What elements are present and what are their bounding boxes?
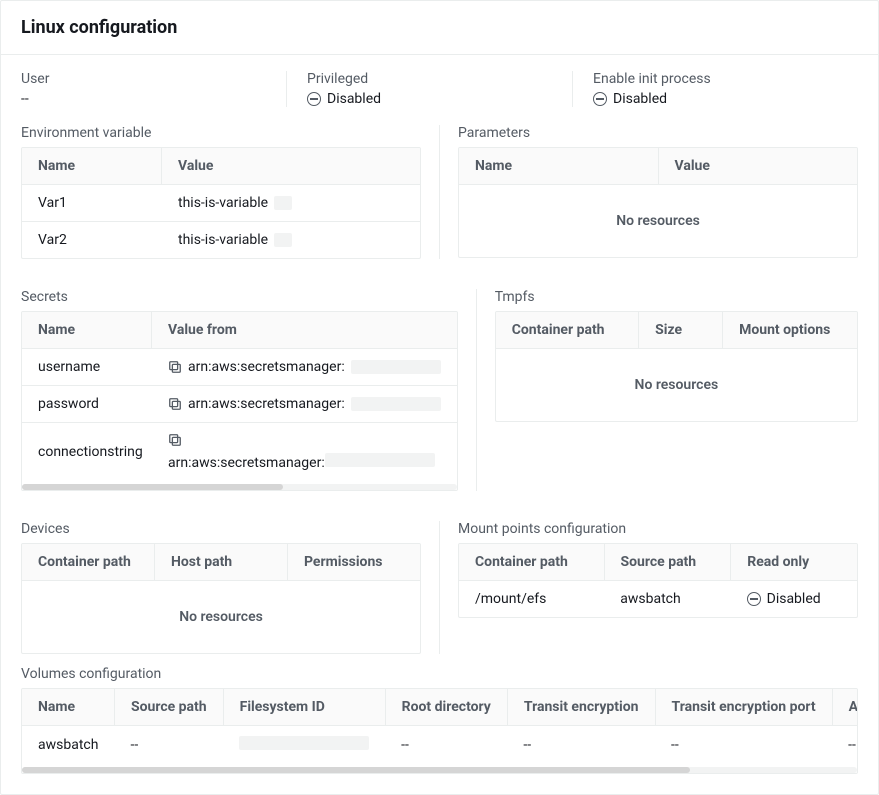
volumes-label: Volumes configuration bbox=[21, 666, 858, 682]
tmpfs-header-path[interactable]: Container path bbox=[496, 312, 639, 348]
table-row: connectionstring arn:aws:secretsmanager: bbox=[22, 423, 457, 481]
user-label: User bbox=[21, 71, 266, 87]
cell-name: awsbatch bbox=[22, 726, 114, 765]
vol-header-transit-port[interactable]: Transit encryption port bbox=[655, 689, 832, 726]
cell-fsid bbox=[223, 726, 385, 765]
cell-cpath: /mount/efs bbox=[459, 581, 604, 617]
init-value: Disabled bbox=[593, 91, 838, 107]
devices-table: Container path Host path Permissions No … bbox=[21, 543, 421, 654]
cell-transit: -- bbox=[507, 726, 655, 765]
vol-header-access[interactable]: Access p bbox=[832, 689, 857, 726]
horizontal-scrollbar[interactable] bbox=[22, 767, 857, 773]
privileged-field: Privileged Disabled bbox=[286, 71, 572, 107]
vol-header-root[interactable]: Root directory bbox=[385, 689, 507, 726]
table-row: /mount/efs awsbatch Disabled bbox=[459, 581, 857, 617]
top-fields-row: User -- Privileged Disabled Enable init … bbox=[21, 71, 858, 107]
mounts-header-cpath[interactable]: Container path bbox=[459, 544, 605, 580]
cell-root: -- bbox=[385, 726, 507, 765]
user-field: User -- bbox=[21, 71, 286, 107]
tmpfs-header-options[interactable]: Mount options bbox=[723, 312, 857, 348]
cell-spath: -- bbox=[114, 726, 223, 765]
cell-name: Var1 bbox=[22, 185, 162, 221]
table-row: Var2 this-is-variable bbox=[22, 222, 420, 258]
env-label: Environment variable bbox=[21, 125, 421, 141]
secrets-label: Secrets bbox=[21, 289, 458, 305]
vol-header-spath[interactable]: Source path bbox=[114, 689, 223, 726]
tmpfs-table: Container path Size Mount options No res… bbox=[495, 311, 858, 422]
disabled-icon bbox=[747, 592, 761, 606]
table-row: password arn:aws:secretsmanager: bbox=[22, 386, 457, 423]
cell-value: arn:aws:secretsmanager: bbox=[152, 386, 457, 422]
cell-name: username bbox=[22, 349, 152, 385]
devices-empty: No resources bbox=[22, 581, 420, 653]
parameters-header-name[interactable]: Name bbox=[459, 148, 659, 184]
mounts-table: Container path Source path Read only /mo… bbox=[458, 543, 858, 618]
cell-name: Var2 bbox=[22, 222, 162, 258]
privileged-label: Privileged bbox=[307, 71, 552, 87]
devices-header-cpath[interactable]: Container path bbox=[22, 544, 155, 580]
vol-header-fsid[interactable]: Filesystem ID bbox=[223, 689, 385, 726]
init-label: Enable init process bbox=[593, 71, 838, 87]
volumes-table: Name Source path Filesystem ID Root dire… bbox=[21, 688, 858, 774]
secrets-header-name[interactable]: Name bbox=[22, 312, 152, 348]
cell-value: arn:aws:secretsmanager: bbox=[152, 423, 457, 481]
cell-name: connectionstring bbox=[22, 423, 152, 481]
copy-icon[interactable] bbox=[168, 360, 182, 374]
init-process-field: Enable init process Disabled bbox=[572, 71, 858, 107]
cell-ro: Disabled bbox=[731, 581, 857, 617]
parameters-header-value[interactable]: Value bbox=[659, 148, 858, 184]
copy-icon[interactable] bbox=[168, 433, 182, 447]
cell-transit-port: -- bbox=[655, 726, 832, 765]
vol-header-transit[interactable]: Transit encryption bbox=[507, 689, 655, 726]
copy-icon[interactable] bbox=[168, 397, 182, 411]
panel-header: Linux configuration bbox=[1, 1, 878, 55]
cell-name: password bbox=[22, 386, 152, 422]
secrets-table: Name Value from username arn:aws:secrets… bbox=[21, 311, 458, 491]
env-header-value[interactable]: Value bbox=[162, 148, 420, 184]
page-title: Linux configuration bbox=[21, 17, 858, 38]
user-value: -- bbox=[21, 91, 266, 107]
tmpfs-header-size[interactable]: Size bbox=[639, 312, 723, 348]
devices-header-hpath[interactable]: Host path bbox=[155, 544, 288, 580]
cell-value: this-is-variable bbox=[162, 222, 420, 258]
horizontal-scrollbar[interactable] bbox=[22, 484, 457, 490]
parameters-table: Name Value No resources bbox=[458, 147, 858, 258]
table-row: username arn:aws:secretsmanager: bbox=[22, 349, 457, 386]
mounts-label: Mount points configuration bbox=[458, 521, 858, 537]
env-header-name[interactable]: Name bbox=[22, 148, 162, 184]
disabled-icon bbox=[307, 92, 321, 106]
tmpfs-empty: No resources bbox=[496, 349, 857, 421]
disabled-icon bbox=[593, 92, 607, 106]
cell-value: this-is-variable bbox=[162, 185, 420, 221]
privileged-value: Disabled bbox=[307, 91, 552, 107]
parameters-label: Parameters bbox=[458, 125, 858, 141]
devices-header-perm[interactable]: Permissions bbox=[288, 544, 420, 580]
table-row: Var1 this-is-variable bbox=[22, 185, 420, 222]
env-table: Name Value Var1 this-is-variable Var2 th… bbox=[21, 147, 421, 259]
linux-configuration-panel: Linux configuration User -- Privileged D… bbox=[0, 0, 879, 795]
table-row: awsbatch -- -- -- -- -- bbox=[22, 726, 857, 765]
mounts-header-spath[interactable]: Source path bbox=[605, 544, 732, 580]
vol-header-name[interactable]: Name bbox=[22, 689, 114, 726]
cell-value: arn:aws:secretsmanager: bbox=[152, 349, 457, 385]
tmpfs-label: Tmpfs bbox=[495, 289, 858, 305]
parameters-empty: No resources bbox=[459, 185, 857, 257]
devices-label: Devices bbox=[21, 521, 421, 537]
cell-access: -- bbox=[832, 726, 857, 765]
cell-spath: awsbatch bbox=[604, 581, 730, 617]
secrets-header-value[interactable]: Value from bbox=[152, 312, 457, 348]
mounts-header-ro[interactable]: Read only bbox=[731, 544, 857, 580]
